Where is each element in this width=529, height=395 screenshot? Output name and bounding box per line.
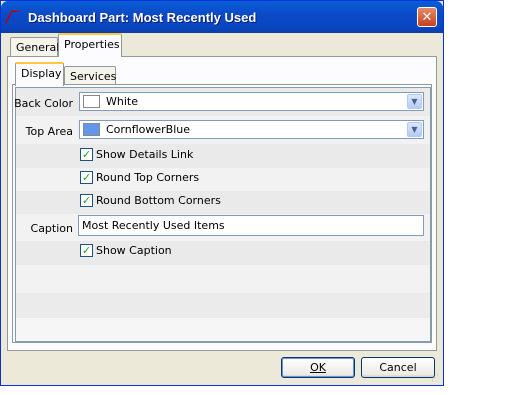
round-bottom-corners-checkbox[interactable]: ✓: [80, 194, 93, 207]
back-color-value: White: [106, 95, 138, 108]
color-swatch: [83, 95, 100, 108]
subtab-display[interactable]: Display: [15, 62, 64, 86]
window-title: Dashboard Part: Most Recently Used: [28, 10, 257, 25]
title-bar[interactable]: /‾ Dashboard Part: Most Recently Used ✕: [1, 1, 443, 33]
subtab-services[interactable]: Services: [64, 66, 116, 86]
tab-general[interactable]: General: [10, 37, 59, 57]
back-color-select[interactable]: White ▼: [79, 92, 424, 111]
close-icon: ✕: [421, 10, 433, 25]
top-area-value: CornflowerBlue: [106, 123, 190, 136]
row-background: [16, 168, 430, 191]
row-background: [16, 241, 430, 265]
top-area-label: Top Area: [25, 125, 73, 138]
caption-label: Caption: [30, 222, 73, 235]
row-background: [16, 144, 430, 168]
close-button[interactable]: ✕: [417, 7, 437, 27]
row-background: [16, 191, 430, 214]
caption-input[interactable]: Most Recently Used Items: [78, 215, 424, 236]
row-background: [16, 318, 430, 341]
show-details-link-checkbox[interactable]: ✓: [80, 148, 93, 161]
app-logo-icon: /‾: [6, 8, 19, 26]
top-area-select[interactable]: CornflowerBlue ▼: [79, 120, 424, 139]
show-caption-checkbox[interactable]: ✓: [80, 244, 93, 257]
cancel-button-label: Cancel: [379, 361, 417, 374]
row-background: [16, 265, 430, 293]
color-swatch: [83, 123, 100, 136]
cancel-button[interactable]: Cancel: [361, 357, 435, 378]
show-details-link-label: Show Details Link: [96, 148, 194, 161]
ok-button[interactable]: OK: [281, 357, 355, 378]
chevron-down-icon[interactable]: ▼: [407, 94, 422, 109]
show-caption-label: Show Caption: [96, 244, 172, 257]
tab-properties[interactable]: Properties: [58, 33, 122, 57]
round-top-corners-checkbox[interactable]: ✓: [80, 171, 93, 184]
ok-button-label: OK: [310, 361, 326, 374]
back-color-label: Back Color: [14, 97, 73, 110]
round-top-corners-label: Round Top Corners: [96, 171, 200, 184]
round-bottom-corners-label: Round Bottom Corners: [96, 194, 221, 207]
row-background: [16, 293, 430, 318]
chevron-down-icon[interactable]: ▼: [407, 122, 422, 137]
resize-grip-icon[interactable]: ⋰: [431, 373, 441, 383]
